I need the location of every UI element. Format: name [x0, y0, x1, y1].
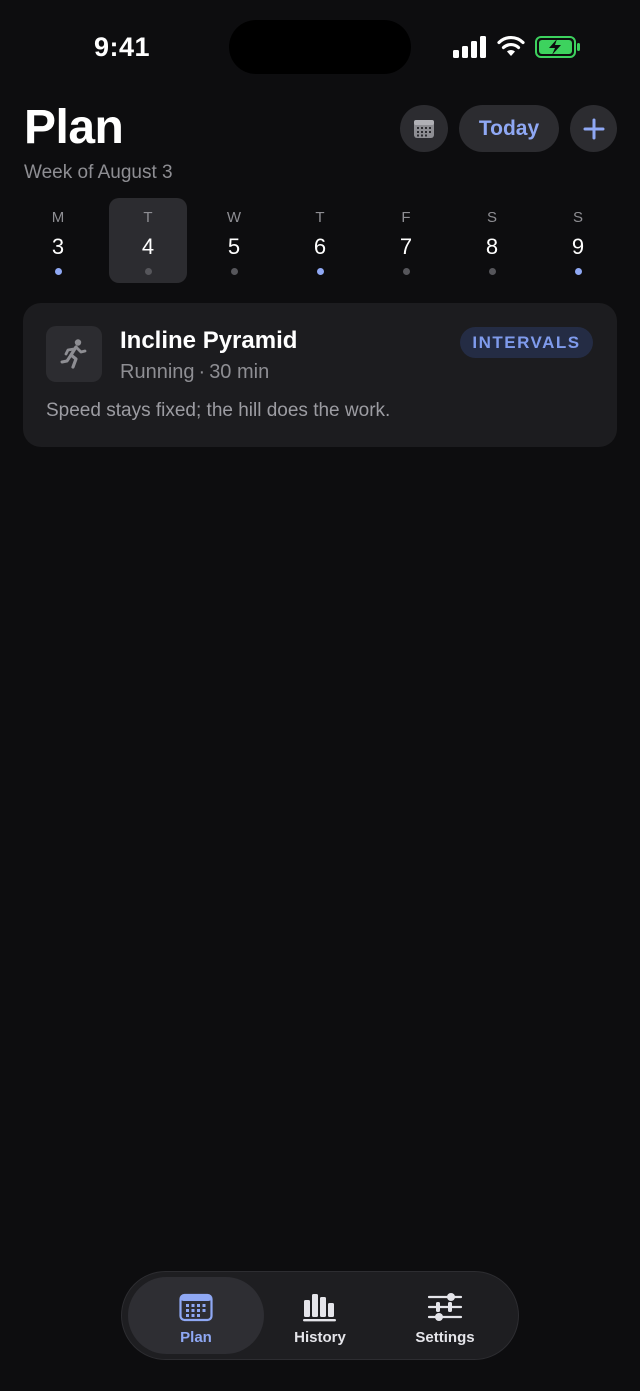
- tab-label: History: [294, 1329, 346, 1346]
- workout-dot: [54, 268, 62, 275]
- running-figure-icon: [60, 339, 87, 369]
- status-bar: 9:41: [0, 0, 640, 95]
- workout-dot: [488, 268, 496, 275]
- cellular-signal-icon: [453, 36, 486, 58]
- bar-chart-icon: [303, 1294, 336, 1322]
- tab-bar: Plan History Settings: [121, 1271, 519, 1360]
- day-number: 6: [313, 234, 327, 259]
- workout-card[interactable]: Incline Pyramid Running · 30 min INTERVALS…: [23, 303, 617, 447]
- meta-separator: ·: [198, 361, 206, 383]
- add-button[interactable]: [570, 105, 617, 152]
- day-number: 7: [399, 234, 413, 259]
- wifi-icon: [497, 35, 525, 56]
- workout-duration: 30 min: [209, 361, 270, 383]
- workout-dot: [144, 268, 152, 275]
- day-letter: S: [572, 209, 583, 226]
- day-saturday[interactable]: S 8: [453, 198, 531, 283]
- workout-sport: Running: [120, 361, 195, 383]
- day-friday[interactable]: F 7: [367, 198, 445, 283]
- day-number: 3: [51, 234, 65, 259]
- page-title: Plan: [24, 101, 124, 154]
- tab-label: Settings: [415, 1329, 475, 1346]
- calendar-button[interactable]: [400, 105, 448, 152]
- plus-icon: [583, 118, 604, 139]
- workout-meta: Running · 30 min: [120, 361, 269, 384]
- day-number: 9: [571, 234, 585, 259]
- day-letter: T: [315, 209, 325, 226]
- day-number: 8: [485, 234, 499, 259]
- workout-title: Incline Pyramid: [120, 327, 298, 354]
- workout-type-badge: INTERVALS: [460, 327, 593, 358]
- calendar-icon: [179, 1293, 213, 1322]
- tab-history[interactable]: History: [252, 1277, 388, 1354]
- workout-dot: [402, 268, 410, 275]
- day-sunday[interactable]: S 9: [539, 198, 617, 283]
- tab-settings[interactable]: Settings: [377, 1277, 513, 1354]
- day-letter: W: [226, 209, 242, 226]
- workout-dot: [230, 268, 238, 275]
- day-number: 4: [141, 234, 155, 259]
- day-letter: T: [143, 209, 153, 226]
- day-letter: S: [486, 209, 497, 226]
- day-number: 5: [227, 234, 241, 259]
- workout-description: Speed stays fixed; the hill does the wor…: [46, 400, 391, 421]
- sliders-icon: [427, 1293, 463, 1321]
- day-wednesday[interactable]: W 5: [195, 198, 273, 283]
- dynamic-island: [229, 20, 411, 74]
- day-letter: F: [401, 209, 411, 226]
- week-subtitle: Week of August 3: [24, 162, 173, 183]
- today-button[interactable]: Today: [459, 105, 559, 152]
- workout-icon-box: [46, 326, 102, 382]
- tab-label: Plan: [180, 1329, 212, 1346]
- week-strip: M 3 T 4 W 5 T 6 F 7 S 8 S 9: [19, 198, 621, 284]
- battery-charging-icon: [535, 36, 580, 58]
- workout-dot: [316, 268, 324, 275]
- day-thursday[interactable]: T 6: [281, 198, 359, 283]
- tab-plan[interactable]: Plan: [128, 1277, 264, 1354]
- workout-dot: [574, 268, 582, 275]
- calendar-grid-icon: [414, 119, 434, 138]
- status-time: 9:41: [94, 32, 151, 62]
- day-letter: M: [51, 209, 65, 226]
- day-monday[interactable]: M 3: [19, 198, 97, 283]
- day-tuesday[interactable]: T 4: [109, 198, 187, 283]
